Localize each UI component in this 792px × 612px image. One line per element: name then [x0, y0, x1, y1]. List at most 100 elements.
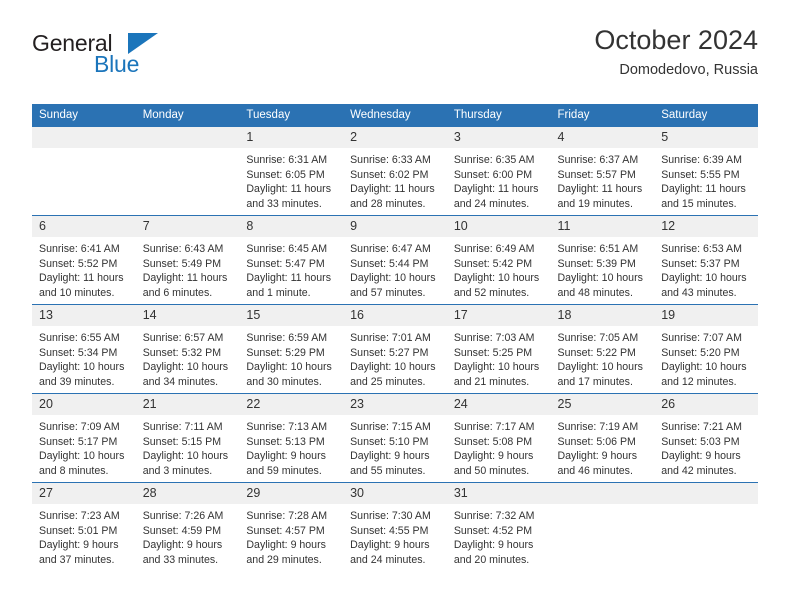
daylight-text-line2: and 59 minutes.	[246, 464, 322, 477]
daylight-text-line1: Daylight: 11 hours	[142, 272, 228, 284]
day-number	[135, 127, 240, 148]
sunrise-text: Sunrise: 6:57 AM	[142, 332, 224, 344]
day-cell[interactable]: 5 Sunrise: 6:39 AM Sunset: 5:55 PM Dayli…	[654, 127, 758, 216]
daylight-text-line1: Daylight: 11 hours	[661, 183, 746, 195]
sunrise-text: Sunrise: 6:37 AM	[557, 154, 639, 166]
day-cell[interactable]: 29 Sunrise: 7:28 AM Sunset: 4:57 PM Dayl…	[239, 482, 344, 571]
sunset-text: Sunset: 5:42 PM	[453, 257, 533, 270]
day-details: Sunrise: 7:23 AM Sunset: 5:01 PM Dayligh…	[32, 504, 136, 567]
daylight-text-line2: and 15 minutes.	[661, 197, 737, 210]
daylight-text-line1: Daylight: 11 hours	[557, 183, 643, 195]
day-cell[interactable]: 15 Sunrise: 6:59 AM Sunset: 5:29 PM Dayl…	[239, 304, 344, 394]
sunrise-text: Sunrise: 7:03 AM	[453, 332, 535, 344]
day-number: 29	[239, 483, 344, 504]
day-cell[interactable]: 30 Sunrise: 7:30 AM Sunset: 4:55 PM Dayl…	[343, 482, 447, 571]
sunset-text: Sunset: 5:49 PM	[142, 257, 222, 270]
daylight-text-line1: Daylight: 9 hours	[661, 450, 741, 462]
day-details: Sunrise: 7:11 AM Sunset: 5:15 PM Dayligh…	[136, 415, 240, 478]
daylight-text-line2: and 43 minutes.	[661, 286, 737, 299]
daylight-text-line2: and 17 minutes.	[557, 375, 633, 388]
daylight-text-line1: Daylight: 11 hours	[453, 183, 539, 195]
sunset-text: Sunset: 5:57 PM	[557, 168, 636, 181]
daylight-text-line1: Daylight: 9 hours	[142, 539, 223, 551]
sunset-text: Sunset: 5:06 PM	[557, 435, 636, 448]
weekday-header-saturday: Saturday	[654, 104, 758, 127]
logo-text-blue: Blue	[94, 51, 140, 77]
day-cell[interactable]: 21 Sunrise: 7:11 AM Sunset: 5:15 PM Dayl…	[135, 393, 240, 483]
sunrise-text: Sunrise: 6:53 AM	[661, 243, 742, 255]
day-cell[interactable]: 6 Sunrise: 6:41 AM Sunset: 5:52 PM Dayli…	[32, 215, 136, 305]
daylight-text-line1: Daylight: 9 hours	[246, 450, 326, 462]
day-cell[interactable]: 17 Sunrise: 7:03 AM Sunset: 5:25 PM Dayl…	[446, 304, 551, 394]
sunrise-text: Sunrise: 6:55 AM	[39, 332, 120, 344]
day-cell[interactable]: 2 Sunrise: 6:33 AM Sunset: 6:02 PM Dayli…	[343, 127, 447, 216]
day-cell[interactable]: 26 Sunrise: 7:21 AM Sunset: 5:03 PM Dayl…	[654, 393, 758, 483]
sunrise-text: Sunrise: 6:49 AM	[453, 243, 535, 255]
day-cell[interactable]: 12 Sunrise: 6:53 AM Sunset: 5:37 PM Dayl…	[654, 215, 758, 305]
day-cell[interactable]: 23 Sunrise: 7:15 AM Sunset: 5:10 PM Dayl…	[343, 393, 447, 483]
day-details: Sunrise: 6:55 AM Sunset: 5:34 PM Dayligh…	[32, 326, 136, 389]
daylight-text-line1: Daylight: 10 hours	[350, 272, 436, 284]
day-number: 28	[135, 483, 240, 504]
daylight-text-line1: Daylight: 9 hours	[453, 539, 534, 551]
day-number: 7	[135, 216, 240, 237]
sunrise-text: Sunrise: 7:32 AM	[453, 510, 535, 522]
daylight-text-line1: Daylight: 10 hours	[661, 272, 747, 284]
sunset-text: Sunset: 5:39 PM	[557, 257, 636, 270]
day-cell[interactable]: 1 Sunrise: 6:31 AM Sunset: 6:05 PM Dayli…	[239, 127, 344, 216]
sunrise-text: Sunrise: 6:31 AM	[246, 154, 328, 166]
day-cell[interactable]: 24 Sunrise: 7:17 AM Sunset: 5:08 PM Dayl…	[446, 393, 551, 483]
daylight-text-line2: and 28 minutes.	[350, 197, 426, 210]
sunrise-text: Sunrise: 7:28 AM	[246, 510, 328, 522]
day-cell	[654, 482, 758, 571]
daylight-text-line2: and 48 minutes.	[557, 286, 633, 299]
day-details: Sunrise: 6:53 AM Sunset: 5:37 PM Dayligh…	[654, 237, 758, 300]
day-details: Sunrise: 7:01 AM Sunset: 5:27 PM Dayligh…	[343, 326, 447, 389]
day-details: Sunrise: 6:33 AM Sunset: 6:02 PM Dayligh…	[343, 148, 447, 211]
day-cell[interactable]: 31 Sunrise: 7:32 AM Sunset: 4:52 PM Dayl…	[446, 482, 551, 571]
day-cell[interactable]: 7 Sunrise: 6:43 AM Sunset: 5:49 PM Dayli…	[135, 215, 240, 305]
day-cell[interactable]: 18 Sunrise: 7:05 AM Sunset: 5:22 PM Dayl…	[550, 304, 655, 394]
daylight-text-line1: Daylight: 10 hours	[453, 272, 540, 284]
sunrise-text: Sunrise: 7:26 AM	[142, 510, 224, 522]
sunrise-text: Sunrise: 7:05 AM	[557, 332, 639, 344]
day-details: Sunrise: 6:57 AM Sunset: 5:32 PM Dayligh…	[136, 326, 240, 389]
daylight-text-line1: Daylight: 9 hours	[246, 539, 326, 551]
daylight-text-line2: and 46 minutes.	[557, 464, 633, 477]
day-cell[interactable]: 4 Sunrise: 6:37 AM Sunset: 5:57 PM Dayli…	[550, 127, 655, 216]
day-cell[interactable]: 11 Sunrise: 6:51 AM Sunset: 5:39 PM Dayl…	[550, 215, 655, 305]
day-cell[interactable]: 25 Sunrise: 7:19 AM Sunset: 5:06 PM Dayl…	[550, 393, 655, 483]
daylight-text-line1: Daylight: 10 hours	[350, 361, 436, 373]
day-details: Sunrise: 7:26 AM Sunset: 4:59 PM Dayligh…	[136, 504, 240, 567]
sunset-text: Sunset: 5:15 PM	[142, 435, 222, 448]
day-cell[interactable]: 9 Sunrise: 6:47 AM Sunset: 5:44 PM Dayli…	[343, 215, 447, 305]
general-blue-logo[interactable]: General Blue	[32, 30, 252, 86]
day-cell[interactable]: 19 Sunrise: 7:07 AM Sunset: 5:20 PM Dayl…	[654, 304, 758, 394]
weekday-header-tuesday: Tuesday	[239, 104, 344, 127]
day-cell[interactable]: 16 Sunrise: 7:01 AM Sunset: 5:27 PM Dayl…	[343, 304, 447, 394]
day-cell[interactable]: 13 Sunrise: 6:55 AM Sunset: 5:34 PM Dayl…	[32, 304, 136, 394]
day-cell[interactable]: 14 Sunrise: 6:57 AM Sunset: 5:32 PM Dayl…	[135, 304, 240, 394]
weekday-header-sunday: Sunday	[32, 104, 136, 127]
daylight-text-line1: Daylight: 10 hours	[557, 361, 643, 373]
day-details: Sunrise: 6:41 AM Sunset: 5:52 PM Dayligh…	[32, 237, 136, 300]
day-details: Sunrise: 6:59 AM Sunset: 5:29 PM Dayligh…	[239, 326, 343, 389]
day-cell[interactable]: 3 Sunrise: 6:35 AM Sunset: 6:00 PM Dayli…	[446, 127, 551, 216]
daylight-text-line1: Daylight: 11 hours	[246, 183, 332, 195]
day-cell[interactable]: 10 Sunrise: 6:49 AM Sunset: 5:42 PM Dayl…	[446, 215, 551, 305]
sunset-text: Sunset: 6:02 PM	[350, 168, 429, 181]
day-cell[interactable]: 22 Sunrise: 7:13 AM Sunset: 5:13 PM Dayl…	[239, 393, 344, 483]
daylight-text-line2: and 20 minutes.	[453, 553, 530, 566]
day-number	[32, 127, 136, 148]
day-cell[interactable]: 8 Sunrise: 6:45 AM Sunset: 5:47 PM Dayli…	[239, 215, 344, 305]
day-details: Sunrise: 7:07 AM Sunset: 5:20 PM Dayligh…	[654, 326, 758, 389]
weekday-header-friday: Friday	[550, 104, 655, 127]
daylight-text-line2: and 1 minute.	[246, 286, 311, 299]
day-cell[interactable]: 27 Sunrise: 7:23 AM Sunset: 5:01 PM Dayl…	[32, 482, 136, 571]
day-number: 31	[446, 483, 551, 504]
day-cell[interactable]: 20 Sunrise: 7:09 AM Sunset: 5:17 PM Dayl…	[32, 393, 136, 483]
daylight-text-line1: Daylight: 10 hours	[39, 361, 125, 373]
day-number: 13	[32, 305, 136, 326]
daylight-text-line1: Daylight: 10 hours	[661, 361, 747, 373]
day-cell[interactable]: 28 Sunrise: 7:26 AM Sunset: 4:59 PM Dayl…	[135, 482, 240, 571]
